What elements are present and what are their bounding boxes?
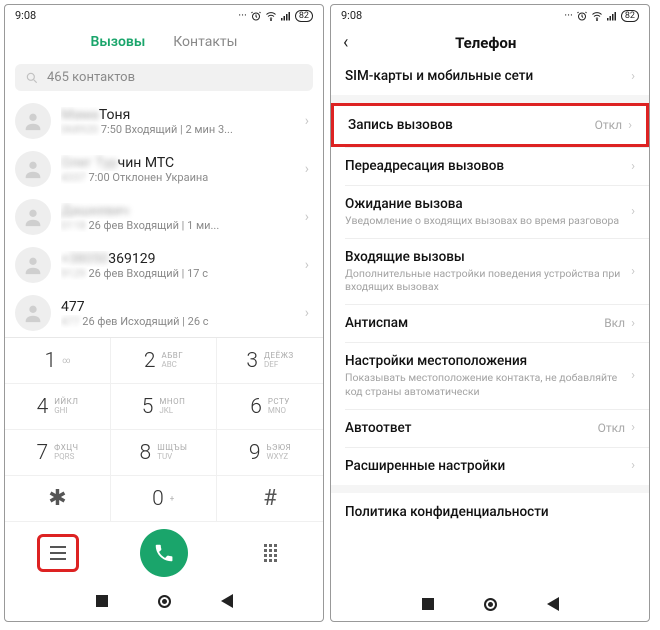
call-row[interactable]: Дашкевич 0118 26 фев Входящий | 1 ми... …	[5, 193, 323, 241]
row-sim-networks[interactable]: SIM-карты и мобильные сети ›	[331, 57, 649, 95]
row-advanced-settings[interactable]: Расширенные настройки ›	[331, 447, 649, 485]
avatar	[15, 151, 51, 187]
chevron-right-icon: ›	[628, 118, 632, 133]
call-row[interactable]: 477 477 26 фев Исходящий | 26 с ›	[5, 289, 323, 337]
row-auto-answer[interactable]: Автоответ Откл ›	[331, 409, 649, 447]
nav-recents[interactable]	[96, 595, 108, 607]
battery-icon: 82	[621, 10, 639, 22]
back-button[interactable]: ‹	[341, 32, 352, 53]
call-row[interactable]: +38050369129 9129 26 фев Входящий | 17 с…	[5, 241, 323, 289]
nav-back[interactable]	[547, 597, 559, 611]
alarm-icon	[576, 10, 588, 22]
value: Откл	[595, 118, 622, 132]
battery-icon: 82	[295, 10, 313, 22]
chevron-right-icon[interactable]: ›	[301, 209, 313, 225]
tab-contacts[interactable]: Контакты	[173, 34, 237, 50]
value: Откл	[598, 421, 625, 435]
key-5[interactable]: 5МНОПJKL	[111, 384, 217, 430]
dialer-screen: 9:08 ··· 82 Вызовы Контакты 465 контакто…	[4, 4, 324, 622]
chevron-right-icon: ›	[631, 316, 635, 331]
more-icon: ···	[564, 9, 573, 22]
more-icon: ···	[238, 9, 247, 22]
settings-screen: 9:08 ··· 82 ‹ Телефон SIM-карты и мобиль…	[330, 4, 650, 622]
nav-recents[interactable]	[422, 598, 434, 610]
row-call-forwarding[interactable]: Переадресация вызовов ›	[331, 147, 649, 185]
phone-icon	[153, 542, 175, 564]
avatar	[15, 247, 51, 283]
tabs: Вызовы Контакты	[5, 24, 323, 58]
nav-home[interactable]	[158, 595, 171, 608]
row-call-waiting[interactable]: Ожидание вызоваУведомление о входящих вы…	[331, 185, 649, 238]
chevron-right-icon[interactable]: ›	[301, 305, 313, 321]
clock: 9:08	[341, 9, 362, 22]
search-input[interactable]: 465 контактов	[15, 64, 313, 91]
key-6[interactable]: 6РСТУMNO	[217, 384, 323, 430]
key-3[interactable]: 3ДЕЁЖЗDEF	[217, 338, 323, 384]
chevron-right-icon: ›	[631, 159, 635, 174]
chevron-right-icon[interactable]: ›	[301, 161, 313, 177]
tab-calls[interactable]: Вызовы	[90, 34, 145, 50]
call-log: МамаТоня 068920 7:50 Входящий | 2 мин 3.…	[5, 97, 323, 337]
wifi-icon	[265, 10, 277, 22]
call-row[interactable]: МамаТоня 068920 7:50 Входящий | 2 мин 3.…	[5, 97, 323, 145]
call-button[interactable]	[140, 529, 188, 577]
chevron-right-icon: ›	[631, 420, 635, 435]
key-0[interactable]: 0+	[111, 476, 217, 522]
signal-icon	[280, 10, 292, 22]
key-1[interactable]: 1∞	[5, 338, 111, 384]
search-icon	[25, 71, 39, 85]
android-nav	[331, 587, 649, 621]
call-row[interactable]: Олег Турчин МТС 4337 7:00 Отклонен Украи…	[5, 145, 323, 193]
chevron-right-icon: ›	[631, 264, 635, 279]
key-2[interactable]: 2АБВГABC	[111, 338, 217, 384]
status-bar: 9:08 ··· 82	[5, 5, 323, 24]
alarm-icon	[250, 10, 262, 22]
status-bar: 9:08 ··· 82	[331, 5, 649, 24]
nav-home[interactable]	[484, 598, 497, 611]
signal-icon	[606, 10, 618, 22]
chevron-right-icon[interactable]: ›	[301, 257, 313, 273]
wifi-icon	[591, 10, 603, 22]
avatar	[15, 103, 51, 139]
row-location-settings[interactable]: Настройки местоположенияПоказывать место…	[331, 342, 649, 408]
settings-list: SIM-карты и мобильные сети › Запись вызо…	[331, 57, 649, 587]
avatar	[15, 295, 51, 331]
row-privacy-policy[interactable]: Политика конфиденциальности	[331, 493, 649, 531]
key-8[interactable]: 8ШЩЪЫTUV	[111, 430, 217, 476]
row-antispam[interactable]: Антиспам Вкл ›	[331, 304, 649, 342]
row-call-recording[interactable]: Запись вызовов Откл ›	[331, 103, 649, 147]
key-4[interactable]: 4ИЙКЛGHI	[5, 384, 111, 430]
key-hash[interactable]: #	[217, 476, 323, 522]
titlebar: ‹ Телефон	[331, 24, 649, 57]
key-9[interactable]: 9ЬЭЮЯWXYZ	[217, 430, 323, 476]
page-title: Телефон	[352, 34, 619, 52]
dialpad: 1∞ 2АБВГABC 3ДЕЁЖЗDEF 4ИЙКЛGHI 5МНОПJKL …	[5, 337, 323, 522]
chevron-right-icon: ›	[631, 204, 635, 219]
row-incoming-calls[interactable]: Входящие вызовыДополнительные настройки …	[331, 238, 649, 304]
dialpad-toggle-icon[interactable]	[264, 544, 277, 562]
chevron-right-icon: ›	[631, 458, 635, 473]
key-7[interactable]: 7ФХЦЧPQRS	[5, 430, 111, 476]
chevron-right-icon: ›	[631, 368, 635, 383]
hamburger-icon	[49, 546, 67, 560]
key-star[interactable]: ✱	[5, 476, 111, 522]
chevron-right-icon[interactable]: ›	[301, 113, 313, 129]
clock: 9:08	[15, 9, 36, 22]
value: Вкл	[604, 316, 625, 330]
android-nav	[5, 584, 323, 618]
bottom-bar	[5, 522, 323, 584]
avatar	[15, 199, 51, 235]
menu-button[interactable]	[41, 538, 75, 568]
chevron-right-icon: ›	[631, 69, 635, 84]
nav-back[interactable]	[221, 594, 233, 608]
